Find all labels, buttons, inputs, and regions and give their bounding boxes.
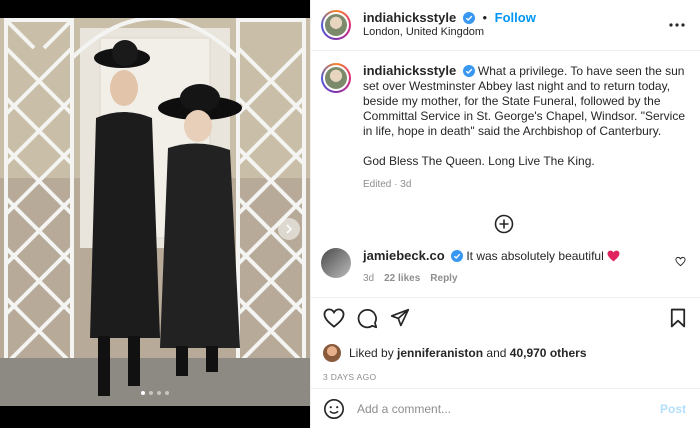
edited-label: Edited bbox=[363, 179, 392, 190]
save-button[interactable] bbox=[670, 308, 686, 328]
post-date[interactable]: 3 DAYS AGO bbox=[323, 372, 686, 382]
post-header: indiahicksstyle • Follow London, United … bbox=[311, 0, 700, 51]
add-comment-bar: Post bbox=[311, 388, 700, 428]
more-options-icon[interactable] bbox=[668, 16, 686, 34]
author-username[interactable]: indiahicksstyle bbox=[363, 10, 456, 25]
comment-likes[interactable]: 22 likes bbox=[384, 271, 420, 286]
likes-count[interactable]: 40,970 others bbox=[510, 346, 587, 360]
likes-joiner: and bbox=[486, 346, 507, 360]
comment-meta: 3d 22 likes Reply bbox=[363, 271, 620, 286]
edited-separator: · bbox=[394, 179, 398, 190]
comment-text: It was absolutely beautiful bbox=[466, 249, 604, 263]
caption-text: What a privilege. To have seen the sun s… bbox=[363, 64, 686, 168]
caption-row: indiahicksstyle What a privilege. To hav… bbox=[321, 63, 686, 192]
load-more-comments-button[interactable] bbox=[321, 214, 686, 234]
load-more-comments-icon bbox=[494, 214, 513, 234]
post-location[interactable]: London, United Kingdom bbox=[363, 25, 536, 40]
post-sidebar: indiahicksstyle • Follow London, United … bbox=[310, 0, 700, 428]
photo-illustration bbox=[0, 18, 310, 406]
caption-age[interactable]: 3d bbox=[400, 179, 411, 190]
post-dialog: indiahicksstyle • Follow London, United … bbox=[0, 0, 700, 428]
action-bar bbox=[323, 306, 686, 330]
comment-icon bbox=[357, 308, 378, 328]
comment-like-heart-icon[interactable] bbox=[675, 256, 686, 267]
comment-input[interactable] bbox=[357, 401, 660, 416]
share-button[interactable] bbox=[390, 308, 410, 328]
verified-badge-icon bbox=[462, 12, 475, 24]
verified-badge-icon bbox=[462, 65, 475, 77]
save-icon bbox=[670, 308, 686, 328]
emoji-icon[interactable] bbox=[323, 398, 345, 420]
post-media-pane bbox=[0, 0, 310, 428]
comment-item: jamiebeck.co It was absolutely beautiful… bbox=[321, 248, 686, 286]
carousel-next-button[interactable] bbox=[278, 218, 300, 240]
reply-button[interactable]: Reply bbox=[430, 271, 457, 286]
author-avatar[interactable] bbox=[321, 10, 351, 40]
carousel-dot bbox=[165, 391, 169, 395]
post-actions-section: Liked by jenniferaniston and 40,970 othe… bbox=[311, 297, 700, 388]
follow-button[interactable]: Follow bbox=[495, 10, 536, 25]
carousel-dot bbox=[157, 391, 161, 395]
caption-author-avatar[interactable] bbox=[321, 63, 351, 93]
comments-section: indiahicksstyle What a privilege. To hav… bbox=[311, 51, 700, 297]
commenter-avatar[interactable] bbox=[321, 248, 351, 278]
header-separator: • bbox=[482, 10, 488, 25]
post-comment-button[interactable]: Post bbox=[660, 402, 686, 416]
comment-age[interactable]: 3d bbox=[363, 271, 374, 286]
caption-username[interactable]: indiahicksstyle bbox=[363, 63, 456, 78]
liker-username[interactable]: jenniferaniston bbox=[397, 346, 483, 360]
carousel-dot bbox=[149, 391, 153, 395]
post-photo[interactable] bbox=[0, 18, 310, 406]
caption-meta: Edited · 3d bbox=[363, 177, 686, 192]
heart-icon bbox=[323, 308, 345, 328]
carousel-dot bbox=[141, 391, 145, 395]
verified-badge-icon bbox=[451, 250, 463, 262]
chevron-right-icon bbox=[286, 224, 293, 234]
like-button[interactable] bbox=[323, 308, 345, 328]
comment-button[interactable] bbox=[357, 308, 378, 329]
red-heart-emoji bbox=[607, 250, 620, 262]
likes-prefix: Liked by bbox=[349, 346, 394, 360]
likes-summary: Liked by jenniferaniston and 40,970 othe… bbox=[323, 344, 686, 362]
commenter-username[interactable]: jamiebeck.co bbox=[363, 248, 445, 263]
carousel-indicator bbox=[0, 391, 310, 395]
share-icon bbox=[390, 308, 410, 327]
liker-avatar[interactable] bbox=[323, 344, 341, 362]
